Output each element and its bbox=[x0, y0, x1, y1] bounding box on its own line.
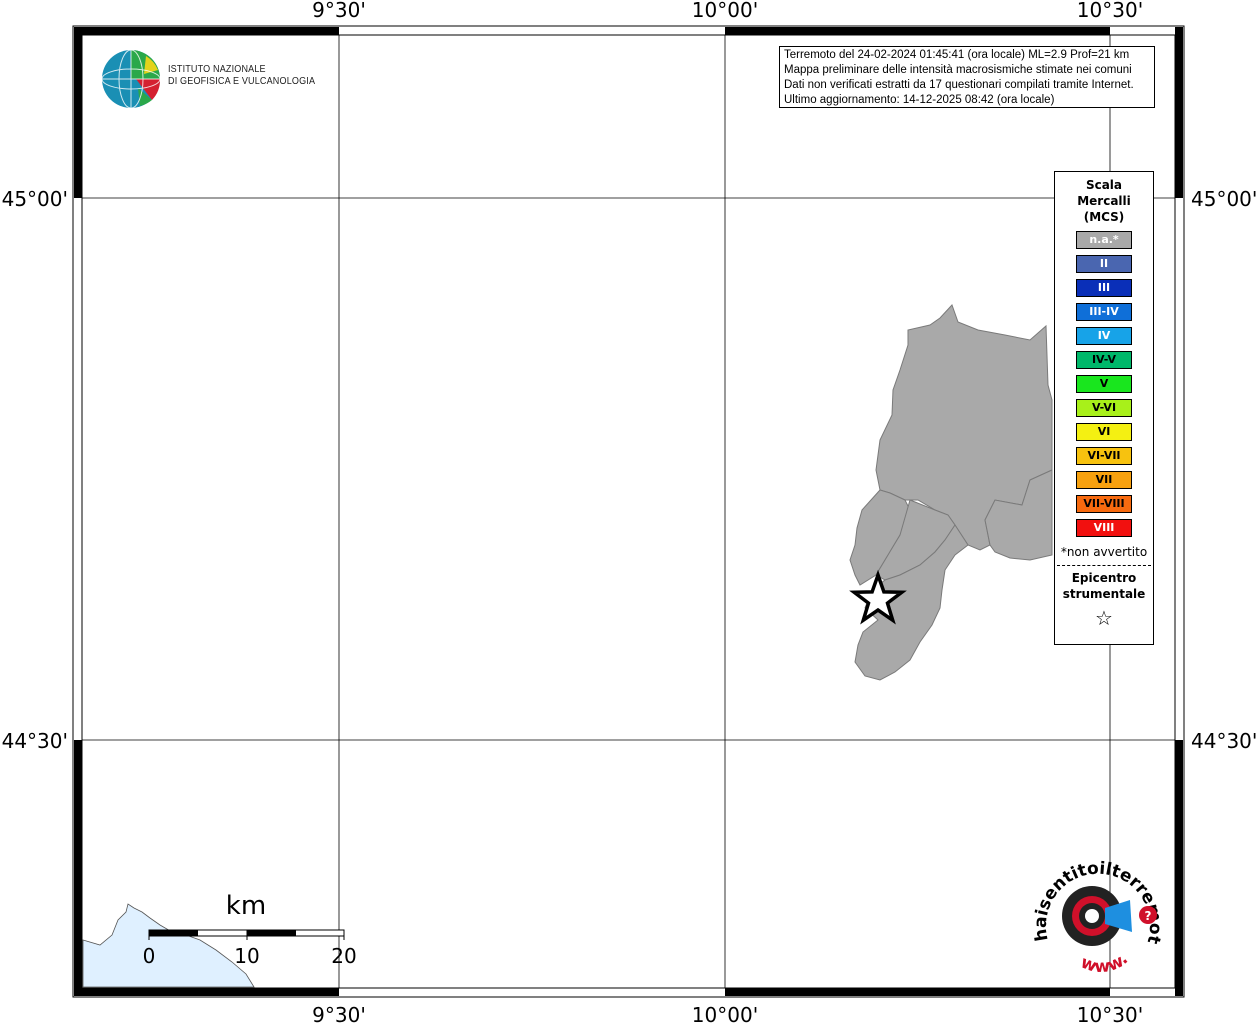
scale-tick: 20 bbox=[331, 944, 356, 968]
lon-label-top: 10°30' bbox=[1077, 0, 1143, 22]
event-info-box: Terremoto del 24-02-2024 01:45:41 (ora l… bbox=[779, 46, 1155, 108]
lon-label-top: 9°30' bbox=[312, 0, 366, 22]
legend-items: n.a.* II III III-IV IV IV-V V V-VI VI VI-VII VII VI… bbox=[1055, 231, 1153, 537]
lat-label-left: 44°30' bbox=[2, 729, 68, 753]
event-info-line: Mappa preliminare delle intensità macros… bbox=[784, 64, 1132, 76]
event-info-line: Terremoto del 24-02-2024 01:45:41 (ora l… bbox=[784, 49, 1130, 61]
frame-bar bbox=[74, 740, 82, 996]
ingv-name-line: DI GEOFISICA E VULCANOLOGIA bbox=[168, 75, 316, 87]
legend-item: IV bbox=[1076, 327, 1132, 345]
legend-star-icon: ☆ bbox=[1095, 606, 1113, 630]
event-info-line: Ultimo aggiornamento: 14-12-2025 08:42 (… bbox=[784, 94, 1055, 106]
legend-item: IV-V bbox=[1076, 351, 1132, 369]
legend-item: VI-VII bbox=[1076, 447, 1132, 465]
legend-item: VIII bbox=[1076, 519, 1132, 537]
legend-separator bbox=[1057, 565, 1151, 566]
legend-item: V bbox=[1076, 375, 1132, 393]
legend-item: V-VI bbox=[1076, 399, 1132, 417]
legend-title: Scala bbox=[1085, 178, 1123, 192]
lat-label-left: 45°00' bbox=[2, 187, 68, 211]
mcs-legend: Scala Mercalli (MCS) n.a.* II III III-IV IV I… bbox=[1054, 171, 1154, 645]
lon-label-bottom: 9°30' bbox=[312, 1003, 366, 1024]
lat-label-right: 44°30' bbox=[1191, 729, 1256, 753]
legend-item: VII bbox=[1076, 471, 1132, 489]
event-info-line: Dati non verificati estratti da 17 quest… bbox=[784, 79, 1134, 91]
scale-unit: km bbox=[226, 891, 266, 921]
ingv-logo[interactable]: ISTITUTO NAZIONALE DI GEOFISICA E VULCAN… bbox=[100, 48, 320, 110]
legend-epicentro: Epicentro bbox=[1071, 571, 1137, 585]
lon-label-top: 10°00' bbox=[692, 0, 758, 22]
legend-title: Mercalli bbox=[1077, 194, 1131, 208]
frame-bar bbox=[725, 27, 1110, 35]
lat-label-right: 45°00' bbox=[1191, 187, 1256, 211]
frame-bar bbox=[74, 988, 339, 996]
svg-text:?: ? bbox=[1145, 909, 1152, 923]
lon-label-bottom: 10°00' bbox=[692, 1003, 758, 1024]
legend-item: II bbox=[1076, 255, 1132, 273]
legend-item: n.a.* bbox=[1076, 231, 1132, 249]
frame-bar bbox=[1175, 27, 1183, 198]
legend-item: III bbox=[1076, 279, 1132, 297]
frame-bar bbox=[74, 27, 339, 35]
legend-item: VI bbox=[1076, 423, 1132, 441]
scale-tick: 10 bbox=[234, 944, 259, 968]
globe-icon bbox=[101, 49, 161, 109]
legend-note: *non avvertito bbox=[1060, 545, 1148, 559]
legend-title: (MCS) bbox=[1083, 210, 1125, 224]
legend-epicentro: strumentale bbox=[1062, 587, 1146, 601]
frame-bar bbox=[725, 988, 1110, 996]
ingv-name-line: ISTITUTO NAZIONALE bbox=[168, 63, 266, 75]
frame-bar bbox=[74, 27, 82, 198]
legend-item: III-IV bbox=[1076, 303, 1132, 321]
scale-tick: 0 bbox=[143, 944, 156, 968]
frame-bar bbox=[1175, 740, 1183, 996]
legend-item: VII-VIII bbox=[1076, 495, 1132, 513]
lon-label-bottom: 10°30' bbox=[1077, 1003, 1143, 1024]
